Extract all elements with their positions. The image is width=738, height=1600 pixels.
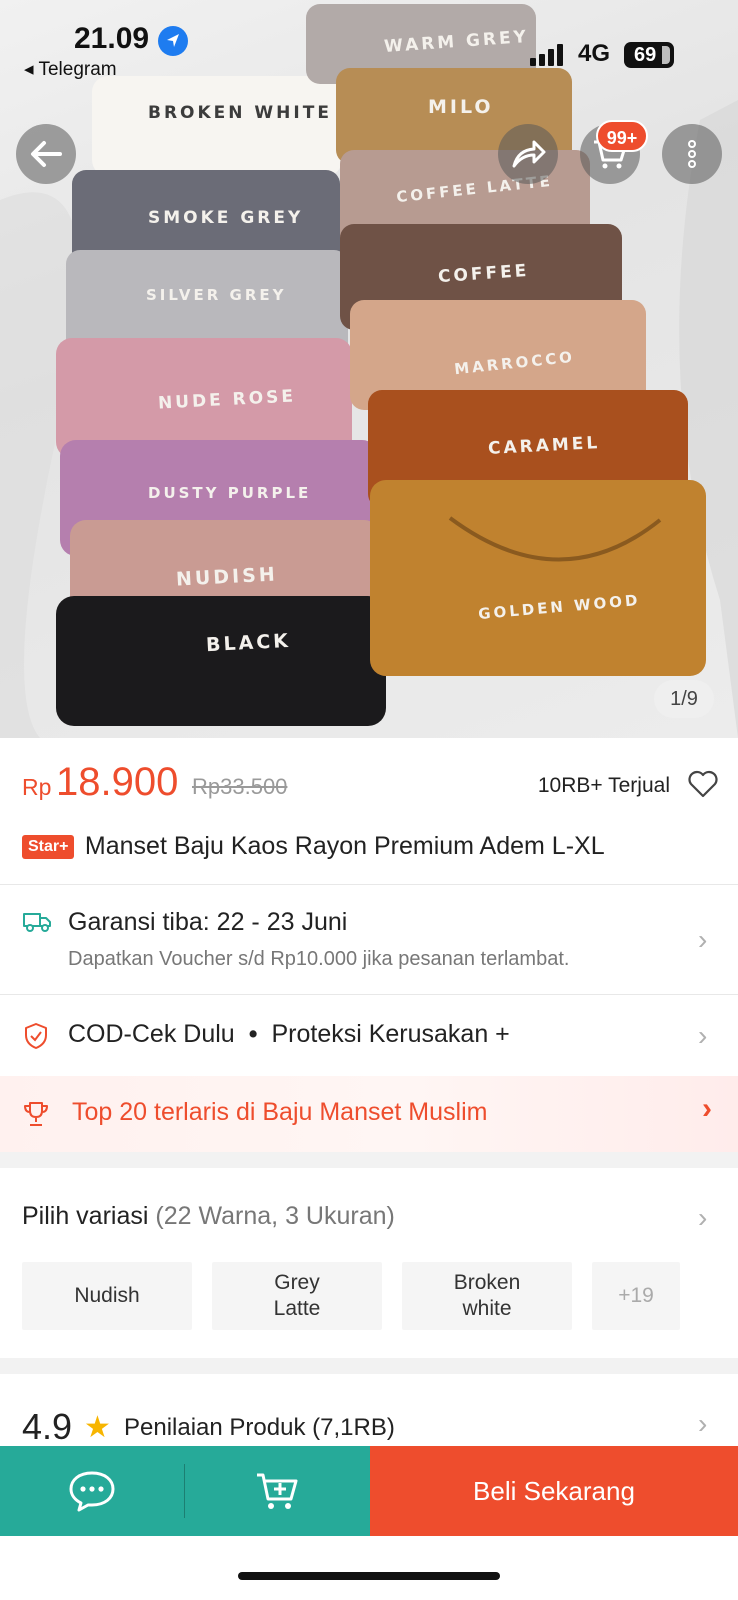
chevron-right-icon: › [698,1020,708,1051]
star-icon: ★ [84,1411,111,1444]
home-indicator [238,1572,500,1580]
share-button[interactable] [498,124,558,184]
variation-title: Pilih variasi (22 Warna, 3 Ukuran) [22,1202,395,1231]
shipping-title: Garansi tiba: 22 - 23 Juni [68,908,348,936]
chevron-right-icon: › [698,1408,708,1439]
star-plus-badge: Star+ [22,834,75,859]
product-title: Manset Baju Kaos Rayon Premium Adem L-XL [84,832,605,860]
more-options-button[interactable] [662,124,722,184]
image-counter: 1/9 [654,680,714,718]
shipping-subtitle: Dapatkan Voucher s/d Rp10.000 jika pesan… [68,948,570,970]
chat-button[interactable] [0,1446,184,1536]
cod-label: COD-Cek Dulu [68,1020,235,1048]
rating-row[interactable]: 4.9 ★ Penilaian Produk (7,1RB) › [22,1406,722,1447]
rating-label-group: Penilaian Produk (7,1RB) [124,1414,395,1442]
truck-icon [22,908,52,939]
sold-count: 10RB+ Terjual [537,774,670,797]
variation-chips: Nudish Grey Latte Broken white +19 [22,1262,680,1330]
protection-label: Proteksi Kerusakan + [271,1020,510,1048]
ranking-banner[interactable]: Top 20 terlaris di Baju Manset Muslim › [0,1076,738,1152]
price-currency: Rp [22,774,52,800]
network-type: 4G [578,40,611,67]
arrow-left-icon [31,141,62,167]
divider [0,884,738,885]
price-row: Rp 18.900 Rp33.500 10RB+ Terjual [22,760,722,810]
rating-count: (7,1RB) [312,1414,395,1441]
shirt-label: BLACK [205,629,292,657]
bottom-bar-divider [184,1446,186,1536]
shirt-label: SMOKE GREY [148,208,304,228]
share-icon [512,140,546,168]
chevron-right-icon: › [698,1202,708,1233]
buy-now-button[interactable]: Beli Sekarang [370,1446,738,1536]
section-separator [0,1358,738,1374]
variation-chip[interactable]: Broken white [402,1262,572,1330]
separator-dot: • [248,1020,258,1048]
divider [0,994,738,995]
variation-chip[interactable]: Grey Latte [212,1262,382,1330]
price-value: 18.900 [56,760,179,804]
back-button[interactable] [16,124,76,184]
chevron-right-icon: › [702,1092,712,1125]
rating-label: Penilaian Produk [124,1414,306,1441]
favorite-heart-icon[interactable] [688,770,718,803]
cart-count-badge: 99+ [596,120,648,152]
rating-value: 4.9 [22,1406,73,1447]
variation-summary: (22 Warna, 3 Ukuran) [155,1202,395,1230]
signal-icon [530,44,570,71]
shield-check-icon [22,1022,50,1055]
back-to-app-link[interactable]: ◂ Telegram [24,58,117,81]
chevron-right-icon: › [698,924,708,955]
product-photo [0,4,738,738]
variation-label: Pilih variasi [22,1202,149,1230]
product-title-row: Star+ Manset Baju Kaos Rayon Premium Ade… [22,832,722,861]
more-vertical-icon [688,140,696,168]
original-price: Rp33.500 [192,774,288,799]
add-to-cart-button[interactable] [186,1446,370,1536]
variation-chip[interactable]: Nudish [22,1262,192,1330]
cart-add-icon [257,1473,298,1509]
shirt-label: BROKEN WHITE [148,103,332,123]
section-separator [0,1152,738,1168]
services-text: COD-Cek Dulu • Proteksi Kerusakan + [68,1020,510,1049]
ranking-text: Top 20 terlaris di Baju Manset Muslim [72,1098,488,1126]
status-time: 21.09 [74,22,150,55]
shirt-label: DUSTY PURPLE [148,484,312,502]
location-arrow-icon [158,26,188,56]
battery-indicator: 69 [624,42,674,68]
shirt-label: SILVER GREY [146,286,287,304]
bottom-action-bar: Beli Sekarang [0,1446,738,1536]
more-variations-chip[interactable]: +19 [592,1262,680,1330]
trophy-icon [22,1100,50,1133]
shirt-label: MILO [428,96,494,118]
product-image-carousel[interactable]: WARM GREY BROKEN WHITE MILO SMOKE GREY C… [0,0,738,738]
chat-icon [69,1471,115,1512]
